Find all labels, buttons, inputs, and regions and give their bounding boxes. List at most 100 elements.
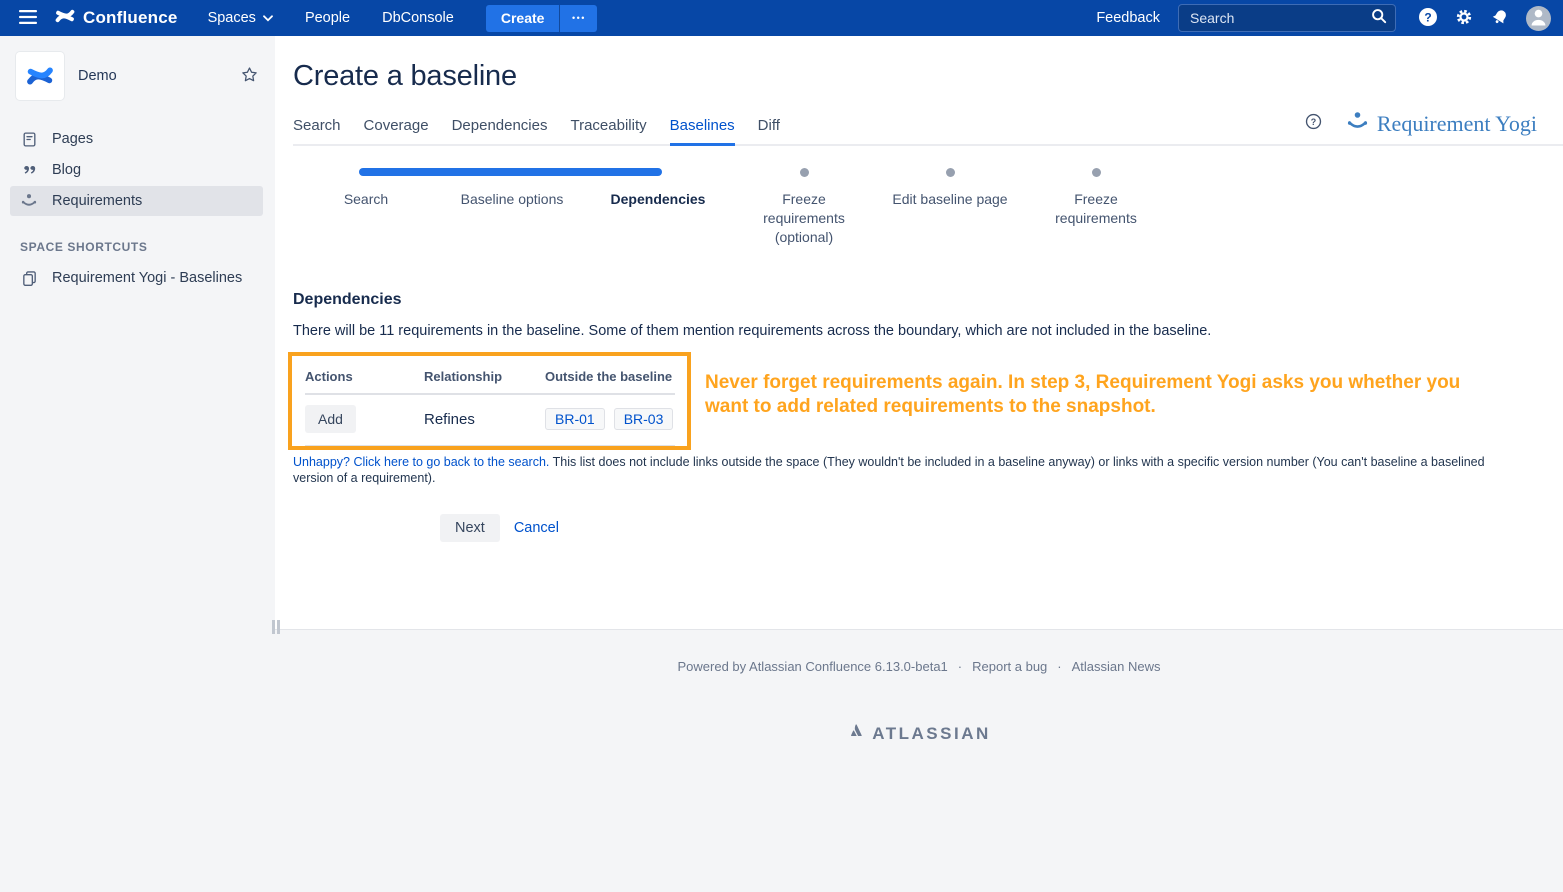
stepper-progress-bar [359, 168, 662, 176]
favourite-space-button[interactable] [240, 65, 259, 87]
marketing-annotation: Never forget requirements again. In step… [705, 371, 1495, 418]
help-icon: ? [1418, 7, 1438, 30]
gear-icon [1454, 7, 1474, 30]
settings-button[interactable] [1448, 2, 1480, 34]
section-heading: Dependencies [293, 291, 1563, 309]
sidebar-item-label: Blog [52, 162, 81, 178]
column-outside-the-baseline: Outside the baseline [545, 369, 675, 384]
quote-icon [20, 162, 38, 179]
create-button[interactable]: Create [486, 5, 560, 32]
dependencies-table-highlight: Actions Relationship Outside the baselin… [288, 352, 691, 450]
powered-by-text: Powered by Atlassian Confluence 6.13.0-b… [677, 659, 947, 674]
user-icon [1526, 4, 1551, 32]
nav-item-spaces[interactable]: Spaces [192, 0, 289, 36]
tab-right-group: ? Requirement Yogi [1305, 110, 1537, 144]
requirement-yogi-wordmark: Requirement Yogi [1377, 111, 1537, 137]
notifications-button[interactable] [1484, 2, 1516, 34]
requirement-yogi-logo: Requirement Yogi [1346, 110, 1537, 138]
unhappy-note: Unhappy? Click here to go back to the se… [293, 455, 1525, 486]
star-icon [240, 65, 259, 87]
svg-text:?: ? [1424, 10, 1431, 24]
add-button[interactable]: Add [305, 405, 356, 433]
yogi-logo-icon [1346, 110, 1369, 138]
tab-diff[interactable]: Diff [758, 117, 780, 146]
feedback-button[interactable]: Feedback [1096, 10, 1160, 26]
hamburger-menu-button[interactable] [12, 2, 44, 34]
column-actions: Actions [305, 369, 424, 384]
step-dot [946, 168, 955, 177]
sidebar-item-label: Requirement Yogi - Baselines [52, 270, 242, 286]
sidebar-item-label: Pages [52, 131, 93, 147]
report-a-bug-link[interactable]: Report a bug [972, 659, 1047, 674]
step-search: Search [293, 168, 439, 247]
tab-traceability[interactable]: Traceability [570, 117, 646, 146]
create-split-button: Create ••• [486, 5, 598, 32]
search-input[interactable] [1190, 10, 1371, 26]
back-to-search-link[interactable]: Unhappy? Click here to go back to the se… [293, 455, 549, 469]
next-button[interactable]: Next [440, 514, 500, 542]
sidebar-item-label: Requirements [52, 193, 142, 209]
tab-coverage[interactable]: Coverage [364, 117, 429, 146]
relationship-value: Refines [424, 411, 545, 428]
atlassian-wordmark: ATLASSIAN [872, 724, 991, 744]
space-header: Demo [0, 36, 275, 100]
help-circle-icon[interactable]: ? [1305, 113, 1322, 135]
main-content: Create a baseline Search Coverage Depend… [275, 36, 1563, 630]
confluence-brand[interactable]: Confluence [54, 5, 178, 32]
step-baseline-options: Baseline options [439, 168, 585, 247]
table-row: Add Refines BR-01 BR-03 [305, 395, 675, 446]
step-freeze-requirements: Freeze requirements [1023, 168, 1169, 247]
space-logo-icon[interactable] [16, 52, 64, 100]
nav-right-group: Feedback ? [1096, 2, 1551, 34]
page-icon [20, 131, 38, 148]
intro-text: There will be 11 requirements in the bas… [293, 323, 1563, 339]
page-footer: Powered by Atlassian Confluence 6.13.0-b… [275, 659, 1563, 674]
column-relationship: Relationship [424, 369, 545, 384]
dependencies-row: Actions Relationship Outside the baselin… [293, 352, 1563, 444]
yogi-icon [20, 192, 38, 210]
svg-text:?: ? [1311, 117, 1316, 127]
create-more-button[interactable]: ••• [559, 5, 597, 32]
tab-baselines[interactable]: Baselines [670, 117, 735, 146]
pages-copy-icon [20, 270, 38, 287]
user-avatar[interactable] [1526, 6, 1551, 31]
wizard-actions: Next Cancel [440, 514, 1563, 542]
step-dot [1092, 168, 1101, 177]
sidebar-nav: Pages Blog Requirements [0, 124, 275, 216]
sidebar-item-requirements[interactable]: Requirements [10, 186, 263, 216]
sidebar-item-blog[interactable]: Blog [10, 155, 263, 185]
requirement-chip-br-03[interactable]: BR-03 [614, 408, 674, 430]
baseline-stepper: Search Baseline options Dependencies Fre… [293, 168, 1173, 247]
tab-dependencies[interactable]: Dependencies [452, 117, 548, 146]
requirement-chip-br-01[interactable]: BR-01 [545, 408, 605, 430]
chevron-down-icon [263, 0, 273, 36]
page-title: Create a baseline [293, 60, 1563, 93]
nav-item-dbconsole[interactable]: DbConsole [366, 0, 470, 36]
top-nav: Confluence Spaces People DbConsole Creat… [0, 0, 1563, 36]
space-sidebar: Demo Pages Blog [0, 36, 275, 892]
tab-bar: Search Coverage Dependencies Traceabilit… [293, 110, 1563, 146]
step-edit-baseline-page: Edit baseline page [877, 168, 1023, 247]
step-dependencies: Dependencies [585, 168, 731, 247]
space-name[interactable]: Demo [78, 68, 117, 84]
table-header: Actions Relationship Outside the baselin… [305, 362, 675, 395]
space-shortcuts-heading: SPACE SHORTCUTS [20, 240, 275, 254]
bell-icon [1490, 7, 1510, 30]
atlassian-logo: ATLASSIAN [275, 722, 1563, 745]
sidebar-shortcut-requirement-yogi-baselines[interactable]: Requirement Yogi - Baselines [10, 263, 263, 293]
step-freeze-requirements-optional: Freeze requirements (optional) [731, 168, 877, 247]
step-dot [800, 168, 809, 177]
nav-item-people[interactable]: People [289, 0, 366, 36]
cancel-link[interactable]: Cancel [514, 520, 559, 536]
atlassian-news-link[interactable]: Atlassian News [1072, 659, 1161, 674]
search-icon[interactable] [1371, 8, 1387, 29]
sidebar-item-pages[interactable]: Pages [10, 124, 263, 154]
brand-name: Confluence [83, 8, 178, 28]
search-box [1178, 4, 1396, 32]
nav-left-group: Confluence Spaces People DbConsole Creat… [12, 0, 597, 36]
confluence-logo-icon [54, 5, 76, 32]
tab-search[interactable]: Search [293, 117, 341, 146]
help-button[interactable]: ? [1412, 2, 1444, 34]
sidebar-resize-handle[interactable] [272, 620, 280, 634]
hamburger-icon [19, 10, 37, 27]
